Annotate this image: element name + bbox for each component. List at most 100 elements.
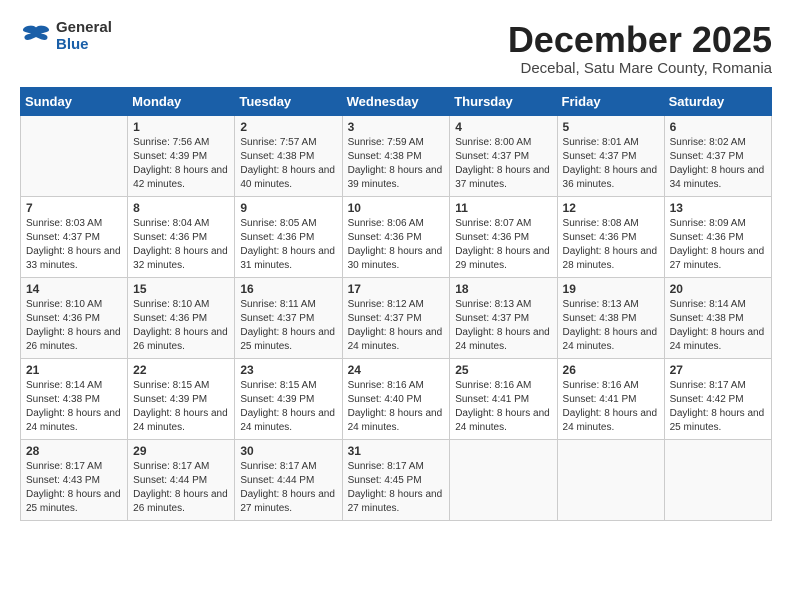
calendar-table: SundayMondayTuesdayWednesdayThursdayFrid…: [20, 87, 772, 521]
calendar-cell: 14Sunrise: 8:10 AMSunset: 4:36 PMDayligh…: [21, 277, 128, 358]
day-number: 8: [133, 201, 229, 215]
day-number: 2: [240, 120, 336, 134]
day-number: 12: [563, 201, 659, 215]
day-info: Sunrise: 8:16 AMSunset: 4:41 PMDaylight:…: [455, 379, 551, 435]
calendar-cell: 13Sunrise: 8:09 AMSunset: 4:36 PMDayligh…: [664, 196, 771, 277]
day-info: Sunrise: 8:10 AMSunset: 4:36 PMDaylight:…: [133, 298, 229, 354]
calendar-cell: [557, 439, 664, 520]
calendar-week-4: 21Sunrise: 8:14 AMSunset: 4:38 PMDayligh…: [21, 358, 772, 439]
day-number: 1: [133, 120, 229, 134]
day-info: Sunrise: 8:08 AMSunset: 4:36 PMDaylight:…: [563, 217, 659, 273]
weekday-header-saturday: Saturday: [664, 87, 771, 115]
day-number: 24: [348, 363, 445, 377]
calendar-week-2: 7 Sunrise: 8:03 AMSunset: 4:37 PMDaylight…: [21, 196, 772, 277]
calendar-cell: 12 Sunrise: 8:08 AMSunset: 4:36 PMDayligh…: [557, 196, 664, 277]
calendar-week-3: 14 Sunrise: 8:10 AMSunset: 4:36 PMDayligh…: [21, 277, 772, 358]
day-info: Sunrise: 8:14 AMSunset: 4:38 PMDaylight:…: [26, 379, 122, 435]
calendar-cell: [21, 115, 128, 196]
day-info: Sunrise: 8:16 AMSunset: 4:40 PMDaylight:…: [348, 379, 445, 435]
day-info: Sunrise: 8:17 AMSunset: 4:45 PMDaylight:…: [348, 460, 445, 516]
day-info: Sunrise: 8:07 AMSunset: 4:36 PMDaylight:…: [455, 217, 551, 273]
weekday-header-monday: Monday: [128, 87, 235, 115]
day-number: 10: [348, 201, 445, 215]
weekday-header-thursday: Thursday: [450, 87, 557, 115]
day-number: 7: [26, 201, 122, 215]
calendar-cell: 5Sunrise: 8:01 AMSunset: 4:37 PMDaylight…: [557, 115, 664, 196]
calendar-cell: 28 Sunrise: 8:17 AMSunset: 4:43 PMDayligh…: [21, 439, 128, 520]
day-info: Sunrise: 8:03 AMSunset: 4:37 PMDaylight:…: [26, 217, 122, 273]
logo: General Blue: [20, 20, 112, 53]
day-info: Sunrise: 8:14 AMSunset: 4:38 PMDaylight:…: [670, 298, 766, 354]
day-info: Sunrise: 8:17 AMSunset: 4:44 PMDaylight:…: [133, 460, 229, 516]
calendar-cell: 18 Sunrise: 8:13 AMSunset: 4:37 PMDayligh…: [450, 277, 557, 358]
header: General Blue December 2025 Decebal, Satu…: [20, 20, 772, 77]
calendar-cell: 25 Sunrise: 8:16 AMSunset: 4:41 PMDayligh…: [450, 358, 557, 439]
day-info: Sunrise: 8:11 AMSunset: 4:37 PMDaylight:…: [240, 298, 336, 354]
day-info: Sunrise: 8:15 AMSunset: 4:39 PMDaylight:…: [133, 379, 229, 435]
calendar-cell: 4Sunrise: 8:00 AMSunset: 4:37 PMDaylight…: [450, 115, 557, 196]
day-info: Sunrise: 8:05 AMSunset: 4:36 PMDaylight:…: [240, 217, 336, 273]
day-info: Sunrise: 8:13 AMSunset: 4:38 PMDaylight:…: [563, 298, 659, 354]
title-block: December 2025 Decebal, Satu Mare County,…: [508, 20, 772, 77]
calendar-cell: 21Sunrise: 8:14 AMSunset: 4:38 PMDayligh…: [21, 358, 128, 439]
calendar-cell: 30 Sunrise: 8:17 AMSunset: 4:44 PMDayligh…: [235, 439, 342, 520]
day-info: Sunrise: 8:17 AMSunset: 4:43 PMDaylight:…: [26, 460, 122, 516]
day-number: 3: [348, 120, 445, 134]
calendar-cell: [450, 439, 557, 520]
calendar-cell: 31 Sunrise: 8:17 AMSunset: 4:45 PMDayligh…: [342, 439, 450, 520]
day-info: Sunrise: 8:01 AMSunset: 4:37 PMDaylight:…: [563, 136, 659, 192]
day-info: Sunrise: 8:16 AMSunset: 4:41 PMDaylight:…: [563, 379, 659, 435]
calendar-cell: 19Sunrise: 8:13 AMSunset: 4:38 PMDayligh…: [557, 277, 664, 358]
day-number: 27: [670, 363, 766, 377]
day-info: Sunrise: 8:09 AMSunset: 4:36 PMDaylight:…: [670, 217, 766, 273]
day-info: Sunrise: 7:59 AMSunset: 4:38 PMDaylight:…: [348, 136, 445, 192]
calendar-cell: 6 Sunrise: 8:02 AMSunset: 4:37 PMDaylight…: [664, 115, 771, 196]
day-info: Sunrise: 8:13 AMSunset: 4:37 PMDaylight:…: [455, 298, 551, 354]
logo-icon: [20, 21, 52, 53]
day-number: 29: [133, 444, 229, 458]
location-subtitle: Decebal, Satu Mare County, Romania: [508, 60, 772, 77]
calendar-week-1: 1 Sunrise: 7:56 AMSunset: 4:39 PMDaylight…: [21, 115, 772, 196]
weekday-header-row: SundayMondayTuesdayWednesdayThursdayFrid…: [21, 87, 772, 115]
calendar-cell: 23Sunrise: 8:15 AMSunset: 4:39 PMDayligh…: [235, 358, 342, 439]
day-number: 6: [670, 120, 766, 134]
day-info: Sunrise: 8:06 AMSunset: 4:36 PMDaylight:…: [348, 217, 445, 273]
day-info: Sunrise: 8:17 AMSunset: 4:44 PMDaylight:…: [240, 460, 336, 516]
calendar-cell: 11 Sunrise: 8:07 AMSunset: 4:36 PMDayligh…: [450, 196, 557, 277]
day-info: Sunrise: 7:56 AMSunset: 4:39 PMDaylight:…: [133, 136, 229, 192]
logo-text: General Blue: [56, 20, 112, 53]
day-number: 9: [240, 201, 336, 215]
day-number: 22: [133, 363, 229, 377]
weekday-header-tuesday: Tuesday: [235, 87, 342, 115]
day-info: Sunrise: 8:17 AMSunset: 4:42 PMDaylight:…: [670, 379, 766, 435]
weekday-header-wednesday: Wednesday: [342, 87, 450, 115]
calendar-cell: 27 Sunrise: 8:17 AMSunset: 4:42 PMDayligh…: [664, 358, 771, 439]
day-number: 18: [455, 282, 551, 296]
weekday-header-friday: Friday: [557, 87, 664, 115]
weekday-header-sunday: Sunday: [21, 87, 128, 115]
day-info: Sunrise: 8:04 AMSunset: 4:36 PMDaylight:…: [133, 217, 229, 273]
day-number: 31: [348, 444, 445, 458]
day-number: 28: [26, 444, 122, 458]
day-info: Sunrise: 8:00 AMSunset: 4:37 PMDaylight:…: [455, 136, 551, 192]
calendar-cell: 29 Sunrise: 8:17 AMSunset: 4:44 PMDayligh…: [128, 439, 235, 520]
day-number: 16: [240, 282, 336, 296]
calendar-cell: 16 Sunrise: 8:11 AMSunset: 4:37 PMDayligh…: [235, 277, 342, 358]
calendar-cell: 8 Sunrise: 8:04 AMSunset: 4:36 PMDaylight…: [128, 196, 235, 277]
calendar-cell: 2Sunrise: 7:57 AMSunset: 4:38 PMDaylight…: [235, 115, 342, 196]
day-number: 26: [563, 363, 659, 377]
calendar-cell: 10 Sunrise: 8:06 AMSunset: 4:36 PMDayligh…: [342, 196, 450, 277]
day-number: 15: [133, 282, 229, 296]
day-number: 11: [455, 201, 551, 215]
calendar-cell: 24 Sunrise: 8:16 AMSunset: 4:40 PMDayligh…: [342, 358, 450, 439]
day-number: 30: [240, 444, 336, 458]
calendar-container: General Blue December 2025 Decebal, Satu…: [20, 20, 772, 521]
day-number: 20: [670, 282, 766, 296]
month-title: December 2025: [508, 20, 772, 60]
calendar-cell: [664, 439, 771, 520]
calendar-cell: 22 Sunrise: 8:15 AMSunset: 4:39 PMDayligh…: [128, 358, 235, 439]
day-number: 23: [240, 363, 336, 377]
day-number: 14: [26, 282, 122, 296]
day-number: 25: [455, 363, 551, 377]
day-info: Sunrise: 8:02 AMSunset: 4:37 PMDaylight:…: [670, 136, 766, 192]
